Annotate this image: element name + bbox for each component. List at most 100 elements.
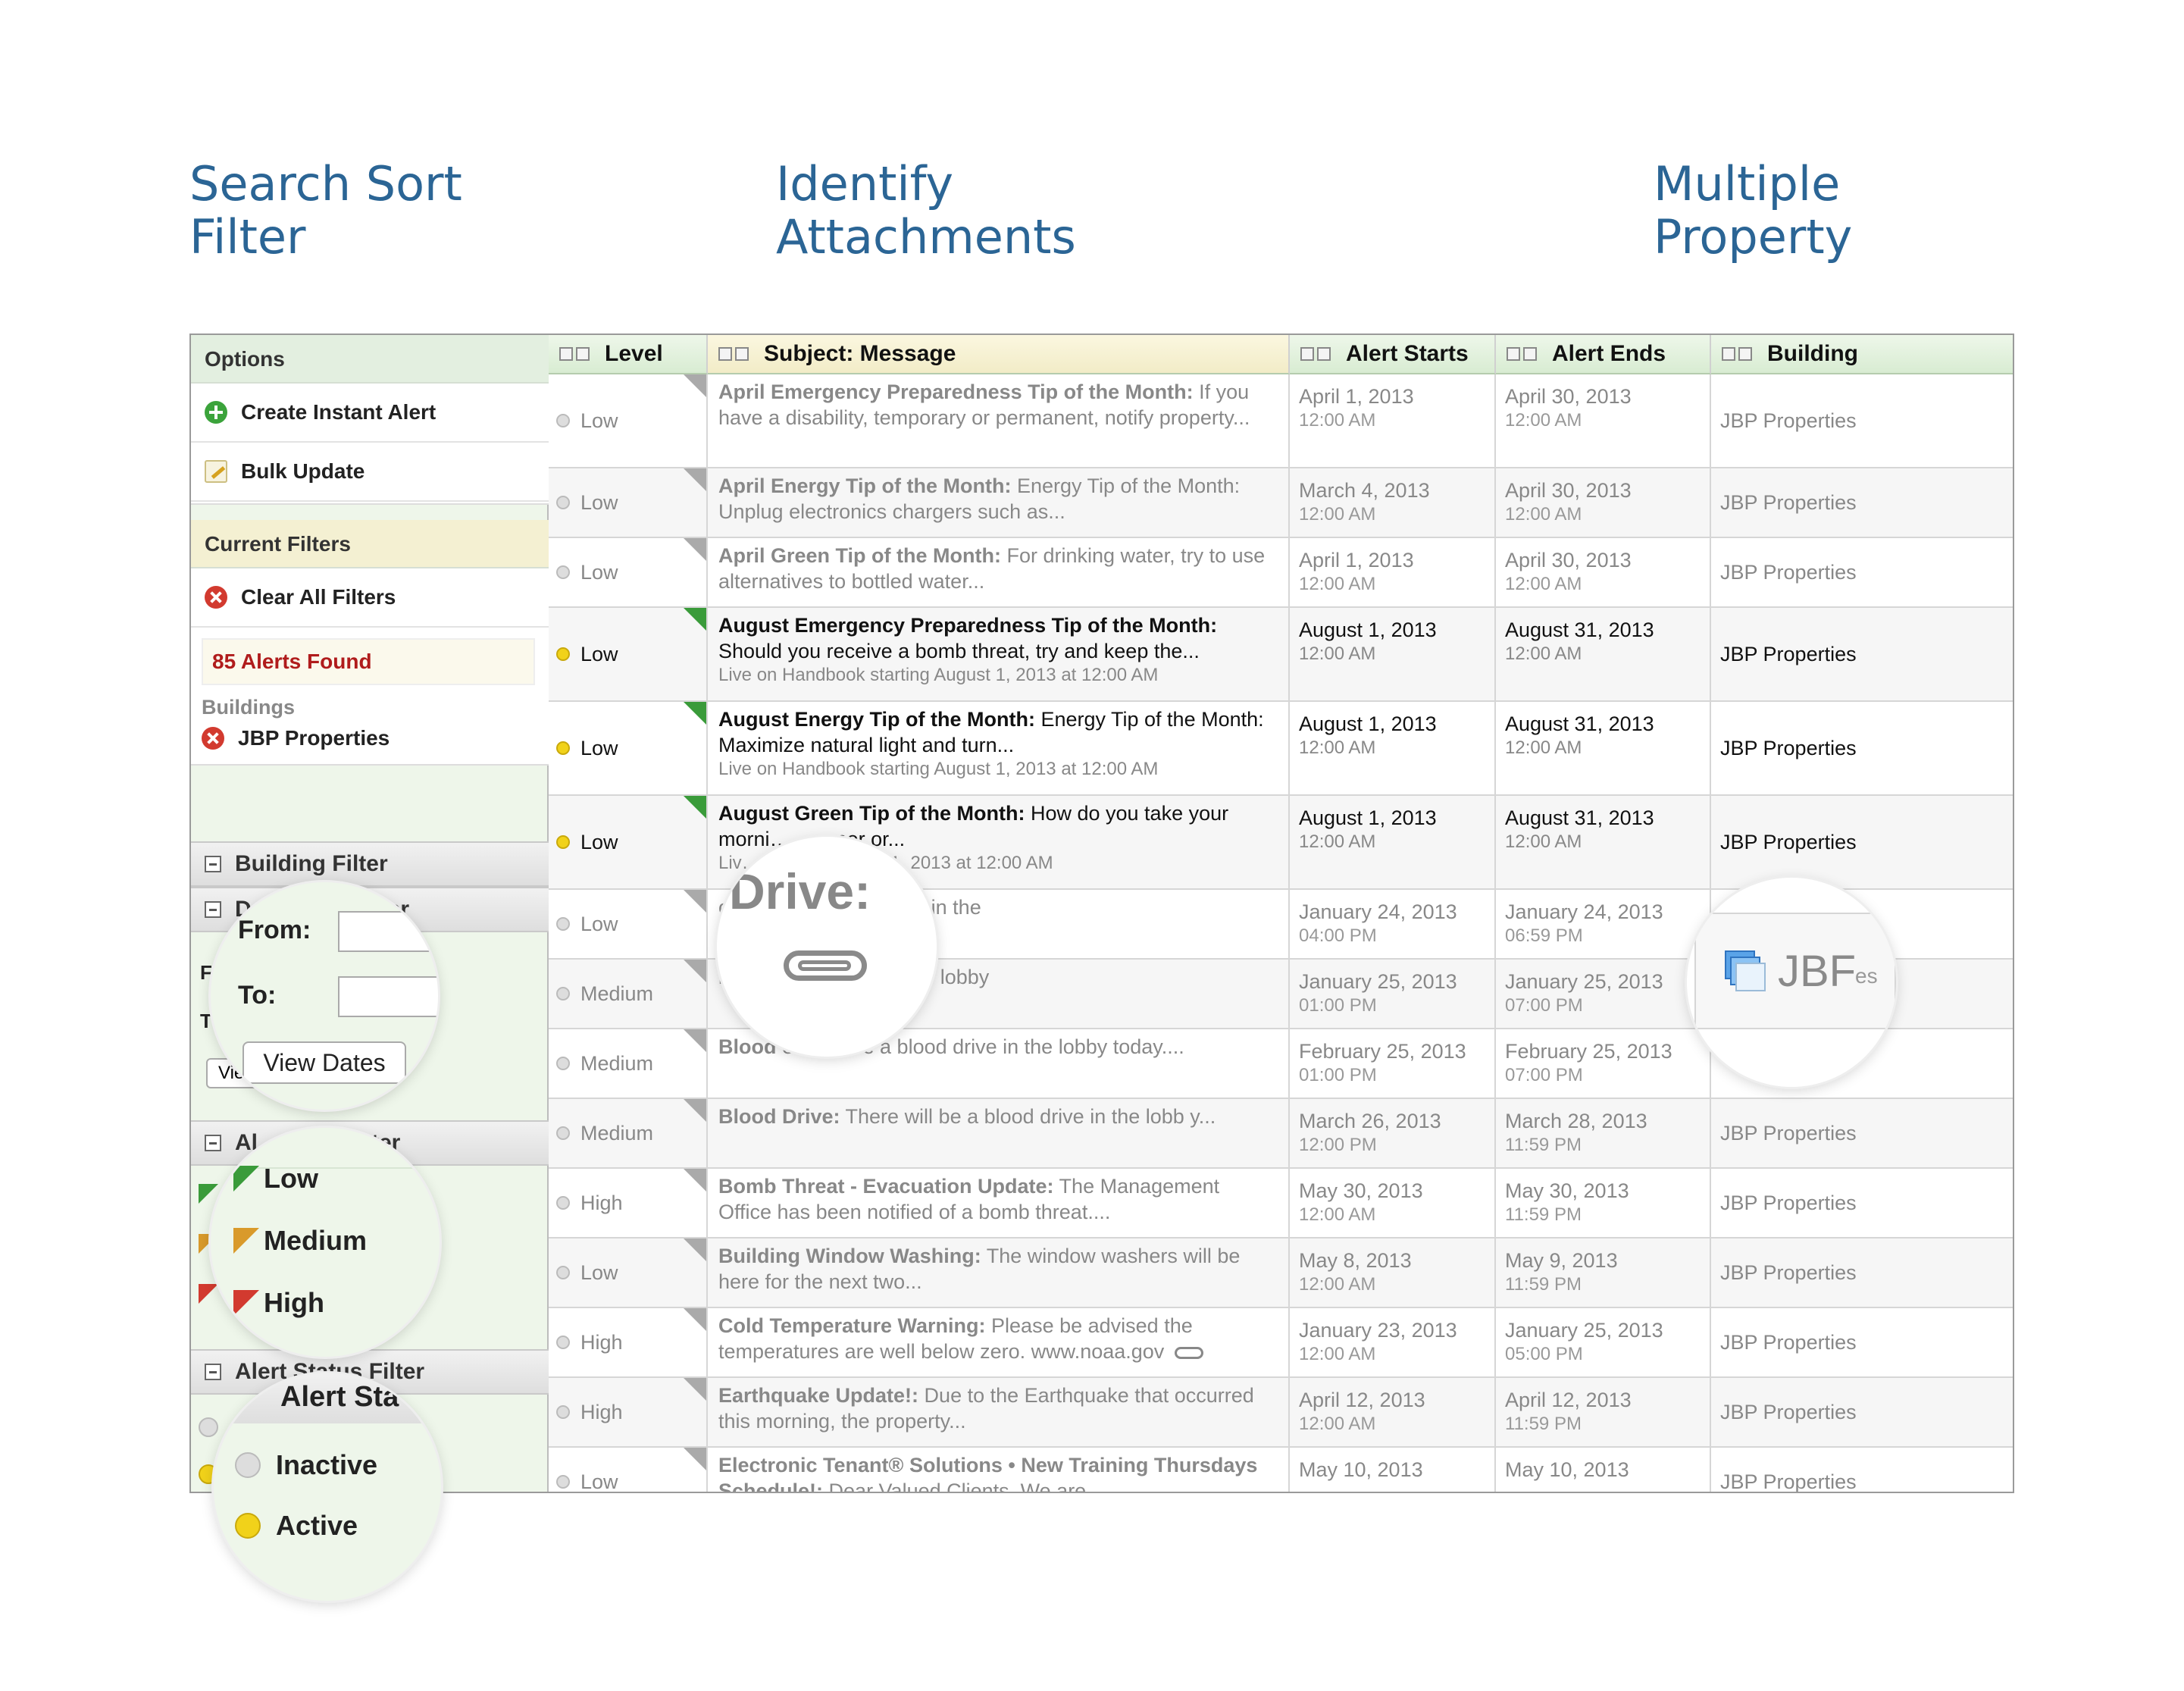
subject-cell[interactable]: April Green Tip of the Month: For drinki… xyxy=(708,538,1290,606)
start-date: August 1, 2013 xyxy=(1299,618,1437,641)
level-option-high[interactable]: High xyxy=(233,1287,324,1319)
alert-end-cell: January 25, 2013 05:00 PM xyxy=(1496,1308,1711,1376)
start-time: 04:00 PM xyxy=(1299,925,1377,946)
table-row[interactable]: High Earthquake Update!: Due to the Earth… xyxy=(549,1378,2013,1448)
level-text: Low xyxy=(580,491,618,514)
table-row[interactable]: Low August Emergency Preparedness Tip of … xyxy=(549,608,2013,702)
sort-asc-icon[interactable] xyxy=(1300,347,1314,361)
subject-cell[interactable]: August Emergency Preparedness Tip of the… xyxy=(708,608,1290,700)
from-date-input[interactable] xyxy=(338,911,438,952)
subject-cell[interactable]: Bomb Threat - Evacuation Update: The Man… xyxy=(708,1169,1290,1237)
level-option-low[interactable]: Low xyxy=(233,1163,318,1195)
column-header-ends-label: Alert Ends xyxy=(1552,341,1666,366)
start-time: 12:00 PM xyxy=(1299,1135,1377,1155)
level-cell: High xyxy=(549,1169,708,1237)
table-row[interactable]: High Cold Temperature Warning: Please be … xyxy=(549,1308,2013,1378)
attachment-magnifier: Drive: xyxy=(717,837,937,1057)
level-option-medium-label: Medium xyxy=(264,1225,368,1256)
level-text: Low xyxy=(580,561,618,584)
level-text: Medium xyxy=(580,982,654,1005)
start-date: May 8, 2013 xyxy=(1299,1249,1412,1272)
table-row[interactable]: Low Electronic Tenant® Solutions • New Tr… xyxy=(549,1448,2013,1493)
subject-cell[interactable]: Building Window Washing: The window wash… xyxy=(708,1239,1290,1307)
column-header-starts[interactable]: Alert Starts xyxy=(1290,335,1496,374)
to-label: To: xyxy=(238,981,277,1010)
end-time: 06:59 PM xyxy=(1505,925,1583,946)
sort-asc-icon[interactable] xyxy=(718,347,732,361)
subject-cell[interactable]: August Energy Tip of the Month: Energy T… xyxy=(708,702,1290,794)
buildings-label: Buildings xyxy=(202,696,295,719)
building-filter-toggle[interactable]: Building Filter xyxy=(191,841,549,887)
options-panel: Create Instant Alert Bulk Update xyxy=(191,384,549,505)
subject-cell[interactable]: Cold Temperature Warning: Please be advi… xyxy=(708,1308,1290,1376)
column-header-ends[interactable]: Alert Ends xyxy=(1496,335,1711,374)
table-row[interactable]: Low April Emergency Preparedness Tip of t… xyxy=(549,374,2013,468)
view-dates-button[interactable]: View Dates xyxy=(242,1041,406,1084)
level-text: Low xyxy=(580,1261,618,1284)
create-instant-alert-button[interactable]: Create Instant Alert xyxy=(191,384,549,443)
end-date: May 10, 2013 xyxy=(1505,1458,1629,1481)
sort-desc-icon[interactable] xyxy=(1523,347,1537,361)
building-name: JBP Properties xyxy=(1720,1470,1857,1493)
table-row[interactable]: Medium Blood Drive: There will be a blood… xyxy=(549,1099,2013,1169)
alert-end-cell: May 10, 2013 xyxy=(1496,1448,1711,1492)
current-filters-header: Current Filters xyxy=(191,520,549,568)
status-dot-icon xyxy=(556,741,570,755)
sort-desc-icon[interactable] xyxy=(735,347,749,361)
column-header-building-label: Building xyxy=(1767,341,1858,366)
sort-asc-icon[interactable] xyxy=(1722,347,1735,361)
paperclip-icon[interactable] xyxy=(784,950,867,981)
sort-desc-icon[interactable] xyxy=(1317,347,1331,361)
end-time: 12:00 AM xyxy=(1505,737,1582,758)
subject-cell[interactable]: April Energy Tip of the Month: Energy Ti… xyxy=(708,468,1290,537)
building-cell: JBP Properties xyxy=(1711,796,2013,888)
table-row[interactable]: Low April Green Tip of the Month: For dri… xyxy=(549,538,2013,608)
sort-desc-icon[interactable] xyxy=(576,347,590,361)
start-date: May 10, 2013 xyxy=(1299,1458,1423,1481)
status-option-inactive-label: Inactive xyxy=(276,1449,378,1480)
from-label: From: xyxy=(238,916,311,944)
level-flag-icon xyxy=(684,608,706,631)
status-option-active[interactable]: Active xyxy=(235,1510,358,1542)
table-row[interactable]: Low Building Window Washing: The window w… xyxy=(549,1239,2013,1308)
end-time: 11:59 PM xyxy=(1505,1274,1582,1295)
subject-cell[interactable]: Earthquake Update!: Due to the Earthquak… xyxy=(708,1378,1290,1446)
to-date-input[interactable] xyxy=(338,976,438,1017)
level-flag-icon xyxy=(684,1169,706,1192)
alert-start-cell: February 25, 2013 01:00 PM xyxy=(1290,1029,1496,1098)
level-cell: Low xyxy=(549,538,708,606)
column-header-building[interactable]: Building xyxy=(1711,335,2013,374)
level-flag-icon xyxy=(684,1029,706,1052)
remove-building-filter[interactable]: JBP Properties xyxy=(202,726,390,750)
column-header-level-label: Level xyxy=(605,341,663,366)
table-row[interactable]: Low April Energy Tip of the Month: Energy… xyxy=(549,468,2013,538)
clear-all-filters-button[interactable]: Clear All Filters xyxy=(191,568,549,628)
level-cell: Low xyxy=(549,1448,708,1492)
sort-asc-icon[interactable] xyxy=(559,347,573,361)
subject-cell[interactable]: April Emergency Preparedness Tip of the … xyxy=(708,374,1290,467)
subject-title: Bomb Threat - Evacuation Update: xyxy=(718,1175,1054,1198)
column-header-subject[interactable]: Subject: Message xyxy=(708,335,1290,374)
building-cell: JBP Properties xyxy=(1711,468,2013,537)
subject-cell[interactable]: Blood Drive: There will be a blood drive… xyxy=(708,1099,1290,1167)
alert-end-cell: January 25, 2013 07:00 PM xyxy=(1496,960,1711,1028)
subject-cell[interactable]: Electronic Tenant® Solutions • New Train… xyxy=(708,1448,1290,1492)
level-option-medium[interactable]: Medium xyxy=(233,1225,367,1257)
end-date: August 31, 2013 xyxy=(1505,806,1654,829)
sort-asc-icon[interactable] xyxy=(1507,347,1520,361)
alert-end-cell: January 24, 2013 06:59 PM xyxy=(1496,890,1711,958)
bulk-update-button[interactable]: Bulk Update xyxy=(191,443,549,502)
subject-title: August Emergency Preparedness Tip of the… xyxy=(718,614,1218,637)
subject-title: Earthquake Update!: xyxy=(718,1384,919,1407)
table-row[interactable]: Low August Energy Tip of the Month: Energ… xyxy=(549,702,2013,796)
start-date: January 24, 2013 xyxy=(1299,900,1457,923)
sort-desc-icon[interactable] xyxy=(1738,347,1752,361)
alert-end-cell: April 30, 2013 12:00 AM xyxy=(1496,538,1711,606)
alert-start-cell: January 25, 2013 01:00 PM xyxy=(1290,960,1496,1028)
live-status: Live on Handbook starting August 1, 2013… xyxy=(718,759,1159,779)
status-option-inactive[interactable]: Inactive xyxy=(235,1449,377,1481)
paperclip-icon[interactable] xyxy=(1175,1346,1204,1359)
building-name: JBP Properties xyxy=(1720,737,1857,759)
table-row[interactable]: High Bomb Threat - Evacuation Update: The… xyxy=(549,1169,2013,1239)
column-header-level[interactable]: Level xyxy=(549,335,708,374)
